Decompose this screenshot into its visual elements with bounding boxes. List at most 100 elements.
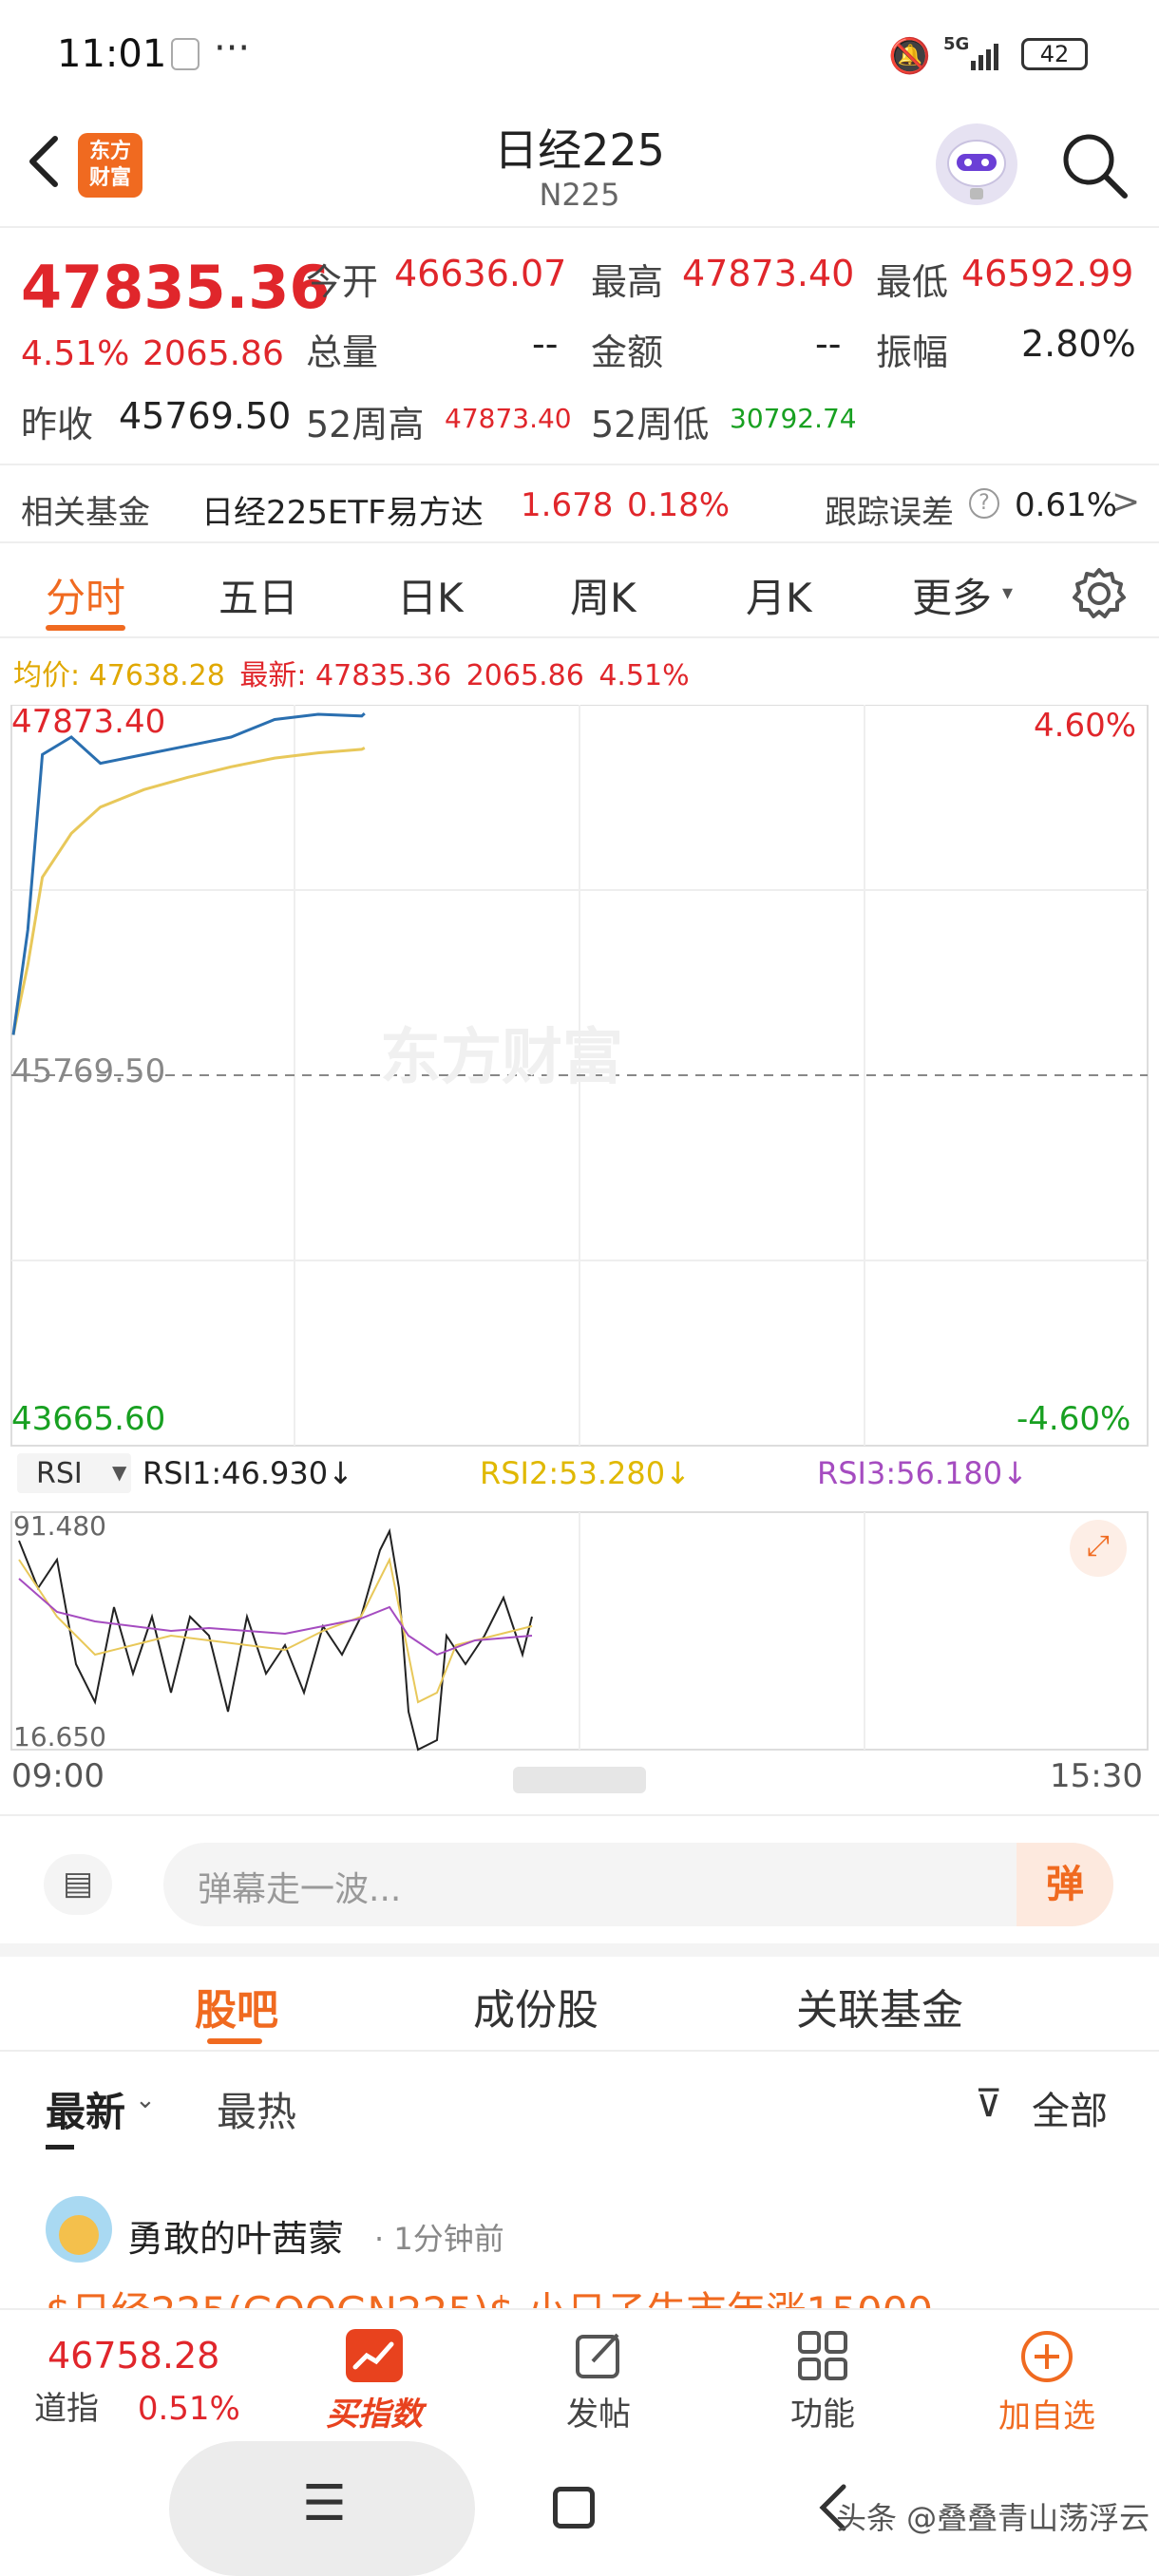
help-icon[interactable]: ? xyxy=(969,488,999,519)
tab-intraday[interactable]: 分时 xyxy=(46,566,125,624)
add-circle-icon xyxy=(1019,2329,1074,2384)
nav-add-watchlist-label: 加自选 xyxy=(998,2397,1095,2435)
header: 东方 财富 日经225 N225 xyxy=(0,104,1159,228)
nav-functions-label: 功能 xyxy=(790,2396,855,2434)
tab-weekly-k[interactable]: 周K xyxy=(570,566,636,624)
filter-all[interactable]: 全部 xyxy=(1032,2080,1108,2135)
index-ticker-percent: 0.51% xyxy=(137,2390,240,2428)
expand-icon[interactable]: ⤢ xyxy=(1070,1520,1127,1577)
rsi3-value: RSI3:56.180↓ xyxy=(817,1455,1028,1491)
rsi1-line xyxy=(18,1527,533,1752)
chevron-down-icon[interactable]: ⌄ xyxy=(135,2086,156,2114)
fund-price: 1.678 xyxy=(521,486,614,524)
rsi3-line xyxy=(18,1578,533,1657)
avatar[interactable] xyxy=(46,2196,112,2263)
battery-icon: 42 xyxy=(1021,38,1088,70)
tab-monthly-k[interactable]: 月K xyxy=(746,566,812,624)
index-ticker-name: 道指 xyxy=(34,2390,99,2428)
nav-functions[interactable]: 功能 xyxy=(747,2318,899,2434)
nav-buy-index[interactable]: 买指数 xyxy=(298,2318,450,2434)
mute-icon: 🔕 xyxy=(888,37,931,76)
intraday-chart: 均价: 47638.28 最新: 47835.36 2065.86 4.51% … xyxy=(0,638,1159,1807)
post-text[interactable]: $日经225(GOOGN225)$ 小日子牛市年涨15000 xyxy=(46,2288,933,2308)
latest-value: 47835.36 xyxy=(315,659,452,692)
danmu-send-button[interactable]: 弹 xyxy=(1016,1843,1113,1926)
nav-buy-index-label: 买指数 xyxy=(326,2396,423,2434)
latest-percent: 4.51% xyxy=(598,659,690,692)
chevron-right-icon[interactable]: > xyxy=(1112,483,1140,521)
rsi-selector-label: RSI xyxy=(36,1457,83,1490)
tab-more[interactable]: 更多 xyxy=(912,566,992,624)
rsi-selector[interactable]: RSI ▼ xyxy=(17,1453,131,1493)
tab-5day[interactable]: 五日 xyxy=(218,566,298,624)
danmu-input[interactable]: 弹幕走一波... 弹 xyxy=(163,1843,1113,1926)
high-label: 最高 xyxy=(591,261,664,303)
tab-daily-k[interactable]: 日K xyxy=(397,566,464,624)
chart-top-price: 47873.40 xyxy=(11,703,166,741)
notification-icon xyxy=(171,38,200,70)
time-start: 09:00 xyxy=(11,1757,104,1795)
sort-newest[interactable]: 最新 xyxy=(46,2080,125,2138)
search-icon[interactable] xyxy=(1056,127,1132,203)
change-percent: 4.51% xyxy=(21,334,130,373)
index-ticker[interactable]: 46758.28 道指 0.51% xyxy=(34,2335,262,2429)
tab-related-funds[interactable]: 关联基金 xyxy=(796,1976,963,2036)
filter-icon[interactable]: ⊽ xyxy=(975,2082,1002,2126)
tab-guba[interactable]: 股吧 xyxy=(195,1976,278,2036)
danmu-placeholder: 弹幕走一波... xyxy=(198,1870,402,1909)
grid-icon xyxy=(796,2329,849,2382)
chart-top-percent: 4.60% xyxy=(1034,707,1137,745)
open-value: 46636.07 xyxy=(394,253,567,294)
nav-post[interactable]: 发帖 xyxy=(522,2318,674,2434)
settings-gear-icon[interactable] xyxy=(1072,566,1127,621)
post-username[interactable]: 勇敢的叶茜蒙 xyxy=(127,2209,344,2262)
rsi2-line xyxy=(18,1556,533,1704)
menu-button[interactable]: ☰ xyxy=(169,2441,475,2576)
52w-high-value: 47873.40 xyxy=(445,403,572,434)
rsi2-value: RSI2:53.280↓ xyxy=(480,1455,691,1491)
network-label: 5G xyxy=(943,34,970,54)
signal-icon xyxy=(969,42,1007,70)
home-icon[interactable] xyxy=(553,2487,595,2529)
nav-add-watchlist[interactable]: 加自选 xyxy=(971,2318,1123,2436)
chart-svg[interactable] xyxy=(0,705,1159,1807)
status-time: 11:01 xyxy=(57,32,167,76)
latest-label: 最新: xyxy=(239,659,307,692)
danmu-bar: ▤ 弹幕走一波... 弹 xyxy=(0,1814,1159,1957)
low-value: 46592.99 xyxy=(961,253,1134,294)
volume-value: -- xyxy=(532,323,559,365)
last-price: 47835.36 xyxy=(21,253,331,322)
bottom-nav: 46758.28 道指 0.51% 买指数 发帖 功能 加自选 xyxy=(0,2308,1159,2441)
related-fund-label: 相关基金 xyxy=(21,494,150,532)
avg-label: 均价: xyxy=(13,659,81,692)
caret-down-icon: ▾ xyxy=(1002,581,1014,605)
prev-close-label: 昨收 xyxy=(21,404,94,445)
chart-watermark: 东方财富 xyxy=(380,1023,623,1093)
low-label: 最低 xyxy=(876,261,949,303)
high-value: 47873.40 xyxy=(682,253,855,294)
post-feed: 最新 ⌄ 最热 ⊽ 全部 勇敢的叶茜蒙 · 1分钟前 $日经225(GOOGN2… xyxy=(0,2052,1159,2308)
tab-active-indicator xyxy=(46,625,125,631)
related-fund-row[interactable]: 相关基金 日经225ETF易方达 1.678 0.18% 跟踪误差 ? 0.61… xyxy=(0,464,1159,543)
post-text-clip: $日经225(GOOGN225)$ 小日子牛市年涨15000 xyxy=(46,2283,1138,2308)
danmu-settings-icon[interactable]: ▤ xyxy=(44,1854,112,1915)
tab-constituents[interactable]: 成份股 xyxy=(473,1976,598,2036)
robot-assistant-icon[interactable] xyxy=(936,123,1017,205)
rsi-top-value: 91.480 xyxy=(13,1510,106,1542)
trend-chart-icon xyxy=(346,2329,403,2382)
chart-tabs: 分时 五日 日K 周K 月K 更多 ▾ xyxy=(0,543,1159,638)
fund-name[interactable]: 日经225ETF易方达 xyxy=(201,486,484,533)
amplitude-label: 振幅 xyxy=(876,331,949,373)
52w-high-label: 52周高 xyxy=(306,404,425,445)
52w-low-label: 52周低 xyxy=(591,404,710,445)
down-arrow-icon: ↓ xyxy=(665,1455,691,1491)
down-arrow-icon: ↓ xyxy=(328,1455,353,1491)
time-scrollbar[interactable] xyxy=(513,1767,646,1793)
tracking-error-value: 0.61% xyxy=(1015,486,1118,524)
section-tabs: 股吧 成份股 关联基金 xyxy=(0,1957,1159,2052)
rsi1-value: RSI1:46.930↓ xyxy=(142,1455,353,1491)
sort-hot[interactable]: 最热 xyxy=(217,2080,296,2138)
chart-bottom-price: 43665.60 xyxy=(11,1400,166,1438)
more-notifications: ··· xyxy=(214,27,251,70)
52w-low-value: 30792.74 xyxy=(730,403,857,434)
